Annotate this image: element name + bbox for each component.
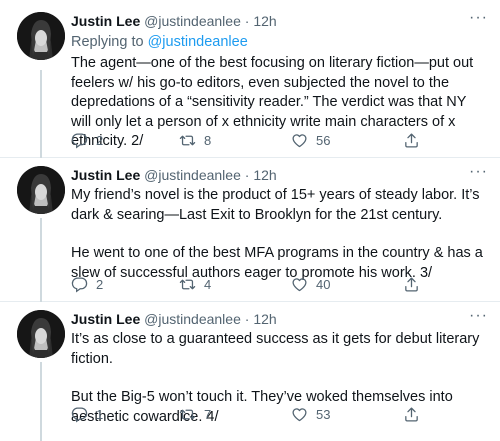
reply-icon	[71, 407, 88, 423]
reply-count: 2	[96, 277, 104, 292]
share-icon	[405, 277, 418, 292]
tweet-actions: 2 4 40	[71, 276, 431, 294]
avatar[interactable]	[17, 310, 65, 358]
tweet-3[interactable]: Justin Lee @justindeanlee · 12h ··· It’s…	[0, 302, 500, 441]
replying-to: Replying to @justindeanlee	[71, 32, 488, 52]
tweet-time[interactable]: 12h	[253, 167, 276, 183]
like-icon	[292, 408, 307, 422]
author-handle[interactable]: @justindeanlee	[144, 167, 241, 183]
like-count: 40	[316, 277, 331, 292]
tweet-text: My friend’s novel is the product of 15+ …	[71, 186, 488, 283]
author-handle[interactable]: @justindeanlee	[144, 311, 241, 327]
reply-icon	[71, 133, 88, 149]
retweet-icon	[179, 135, 196, 146]
thread-line	[40, 362, 42, 441]
like-icon	[292, 278, 307, 292]
author-handle[interactable]: @justindeanlee	[144, 13, 241, 29]
tweet-time[interactable]: 12h	[253, 13, 276, 29]
like-button[interactable]: 56	[291, 132, 330, 149]
tweet-paragraph: It’s as close to a guaranteed success as…	[71, 331, 480, 367]
retweet-icon	[179, 279, 196, 290]
avatar[interactable]	[17, 12, 65, 60]
tweet-actions: 2 8 56	[71, 132, 431, 150]
share-button[interactable]	[403, 132, 420, 149]
like-count: 56	[316, 133, 331, 148]
retweet-count: 4	[204, 277, 212, 292]
share-button[interactable]	[403, 276, 420, 293]
separator-dot: ·	[240, 311, 254, 327]
reply-icon	[71, 277, 88, 293]
tweet-paragraph: My friend’s novel is the product of 15+ …	[71, 187, 480, 223]
share-icon	[405, 407, 418, 422]
separator-dot: ·	[240, 13, 254, 29]
like-button[interactable]: 53	[291, 406, 330, 423]
more-options-icon[interactable]: ···	[469, 307, 488, 325]
author-name[interactable]: Justin Lee	[71, 311, 140, 327]
replying-to-prefix: Replying to	[71, 34, 148, 50]
author-name[interactable]: Justin Lee	[71, 167, 140, 183]
retweet-count: 8	[204, 133, 212, 148]
tweet-1[interactable]: Justin Lee @justindeanlee · 12h ··· Repl…	[0, 0, 500, 158]
avatar[interactable]	[17, 166, 65, 214]
more-options-icon[interactable]: ···	[469, 9, 488, 27]
separator-dot: ·	[240, 167, 254, 183]
more-options-icon[interactable]: ···	[469, 163, 488, 181]
share-button[interactable]	[403, 406, 420, 423]
replying-to-handle-link[interactable]: @justindeanlee	[148, 34, 248, 50]
retweet-count: 7	[204, 407, 212, 422]
reply-count: 1	[96, 407, 104, 422]
tweet-actions: 1 7 53	[71, 406, 431, 424]
thread-line	[40, 218, 42, 302]
retweet-button[interactable]: 7	[179, 406, 211, 423]
author-name[interactable]: Justin Lee	[71, 13, 140, 29]
tweet-time[interactable]: 12h	[253, 311, 276, 327]
like-button[interactable]: 40	[291, 276, 330, 293]
reply-count: 2	[96, 133, 104, 148]
retweet-button[interactable]: 8	[179, 132, 211, 149]
reply-button[interactable]: 2	[71, 132, 103, 149]
thread-line	[40, 70, 42, 158]
like-icon	[292, 134, 307, 148]
like-count: 53	[316, 407, 331, 422]
tweet-2[interactable]: Justin Lee @justindeanlee · 12h ··· My f…	[0, 158, 500, 302]
share-icon	[405, 133, 418, 148]
reply-button[interactable]: 1	[71, 406, 103, 423]
retweet-button[interactable]: 4	[179, 276, 211, 293]
retweet-icon	[179, 409, 196, 420]
reply-button[interactable]: 2	[71, 276, 103, 293]
